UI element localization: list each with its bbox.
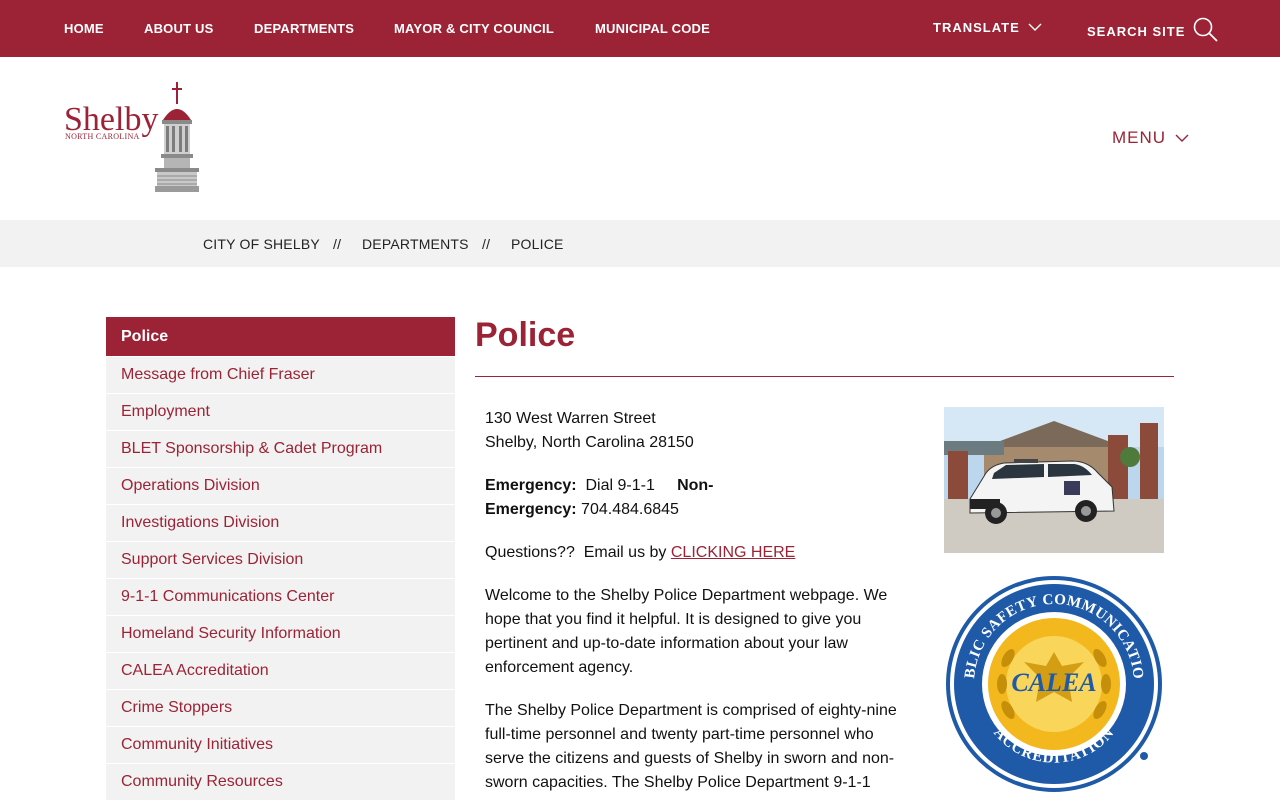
paragraph-line: Welcome to the Shelby Police Department … — [485, 587, 888, 604]
title-divider — [475, 376, 1174, 377]
calea-accreditation-seal: CALEA PUBLIC SAFETY COMMUNICATIONS ACCRE… — [938, 562, 1164, 800]
translate-label: TRANSLATE — [933, 20, 1020, 35]
address-line: Shelby, North Carolina 28150 — [485, 434, 694, 451]
sidebar-item-operations-division[interactable]: Operations Division — [106, 468, 455, 505]
sidebar-item-support-services-division[interactable]: Support Services Division — [106, 542, 455, 579]
paragraph-line: The Shelby Police Department is comprise… — [485, 702, 897, 719]
nav-municipal-code[interactable]: MUNICIPAL CODE — [595, 21, 710, 36]
nonemergency-label: Non- — [677, 477, 714, 494]
questions-line: Questions?? Email us by CLICKING HERE — [485, 541, 930, 565]
department-paragraph: The Shelby Police Department is comprise… — [485, 699, 930, 795]
sidebar-nav: Police Message from Chief Fraser Employm… — [106, 317, 455, 800]
emergency-label: Emergency: — [485, 477, 577, 494]
paragraph-line: enforcement agency. — [485, 659, 634, 676]
breadcrumb-separator: // — [333, 236, 342, 252]
sidebar-item-community-initiatives[interactable]: Community Initiatives — [106, 727, 455, 764]
nav-about-us[interactable]: ABOUT US — [144, 21, 214, 36]
search-site-label: SEARCH SITE — [1087, 24, 1186, 39]
email-link[interactable]: CLICKING HERE — [671, 544, 795, 561]
svg-text:CALEA: CALEA — [1011, 668, 1096, 697]
breadcrumb — [0, 220, 1280, 267]
shelby-clocktower-logo: Shelby NORTH CAROLINA — [64, 82, 199, 192]
chevron-down-icon — [1028, 23, 1042, 31]
police-vehicle-photo — [944, 407, 1164, 553]
sidebar-item-calea-accreditation[interactable]: CALEA Accreditation — [106, 653, 455, 690]
breadcrumb-separator: // — [482, 236, 491, 252]
search-icon — [1194, 17, 1219, 42]
breadcrumb-police: POLICE — [511, 236, 564, 252]
sidebar-item-investigations-division[interactable]: Investigations Division — [106, 505, 455, 542]
svg-text:NORTH CAROLINA: NORTH CAROLINA — [65, 132, 140, 141]
sidebar-item-blet-sponsorship[interactable]: BLET Sponsorship & Cadet Program — [106, 431, 455, 468]
shelby-logo[interactable]: Shelby NORTH CAROLINA — [62, 80, 202, 198]
nav-departments[interactable]: DEPARTMENTS — [254, 21, 354, 36]
sidebar-item-911-communications[interactable]: 9-1-1 Communications Center — [106, 579, 455, 616]
paragraph-line: hope that you find it helpful. It is des… — [485, 611, 862, 628]
menu-label: MENU — [1112, 128, 1167, 147]
sidebar-item-crime-stoppers[interactable]: Crime Stoppers — [106, 690, 455, 727]
questions-text: Questions?? Email us by — [485, 544, 671, 561]
address-line: 130 West Warren Street — [485, 410, 656, 427]
paragraph-line: sworn capacities. The Shelby Police Depa… — [485, 774, 871, 791]
nonemergency-number: 704.484.6845 — [581, 501, 679, 518]
page-title: Police — [475, 316, 576, 354]
translate-button[interactable]: TRANSLATE — [933, 20, 1042, 35]
sidebar-item-homeland-security[interactable]: Homeland Security Information — [106, 616, 455, 653]
sidebar-item-police[interactable]: Police — [106, 317, 455, 357]
emergency-number: Dial 9-1-1 — [585, 477, 655, 494]
menu-button[interactable]: MENU — [1112, 128, 1189, 148]
paragraph-line: pertinent and up-to-date information abo… — [485, 635, 848, 652]
nav-mayor-city-council[interactable]: MAYOR & CITY COUNCIL — [394, 21, 554, 36]
breadcrumb-city-of-shelby[interactable]: CITY OF SHELBY — [203, 236, 320, 252]
nav-home[interactable]: HOME — [64, 21, 104, 36]
phone-block: Emergency: Dial 9-1-1 Non- Emergency: 70… — [485, 474, 930, 522]
sidebar-item-employment[interactable]: Employment — [106, 394, 455, 431]
address-block: 130 West Warren Street Shelby, North Car… — [485, 407, 930, 455]
chevron-down-icon — [1175, 134, 1189, 142]
paragraph-line: serve the citizens and guests of Shelby … — [485, 750, 895, 767]
nonemergency-label: Emergency: — [485, 501, 577, 518]
welcome-paragraph: Welcome to the Shelby Police Department … — [485, 584, 930, 680]
paragraph-line: full-time personnel and twenty part-time… — [485, 726, 874, 743]
sidebar-item-message-from-chief[interactable]: Message from Chief Fraser — [106, 357, 455, 394]
sidebar-item-community-resources[interactable]: Community Resources — [106, 764, 455, 800]
breadcrumb-departments[interactable]: DEPARTMENTS — [362, 236, 469, 252]
top-navigation-bar: HOME ABOUT US DEPARTMENTS MAYOR & CITY C… — [0, 0, 1280, 57]
search-site-button[interactable]: SEARCH SITE — [1087, 17, 1219, 43]
